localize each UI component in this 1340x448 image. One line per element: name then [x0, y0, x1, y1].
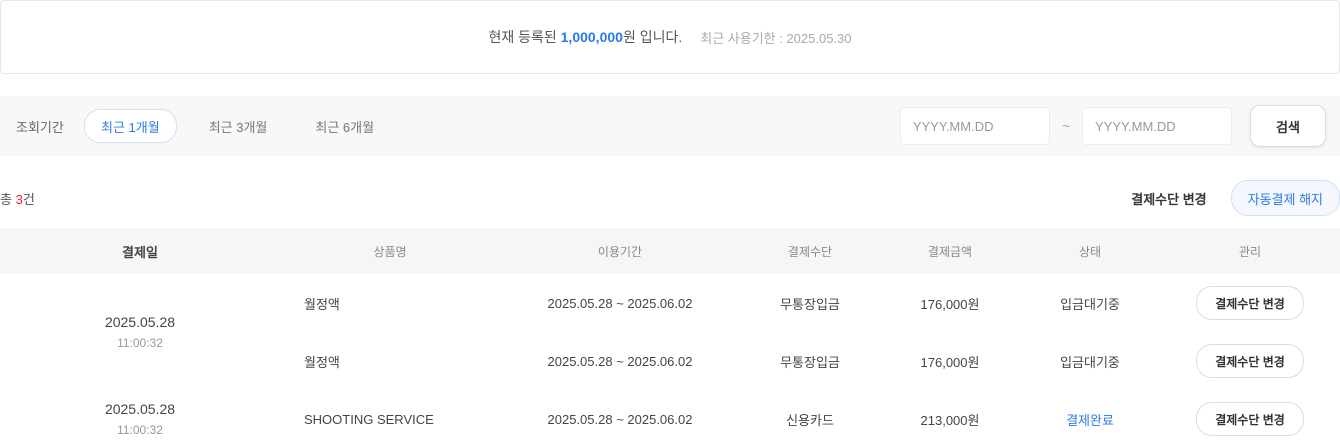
period-pill-3month[interactable]: 최근 3개월 [193, 110, 284, 142]
row-change-method-button[interactable]: 결제수단 변경 [1196, 402, 1304, 436]
recent-expiry: 최근 사용기한 : 2025.05.30 [700, 30, 852, 46]
header-date: 결제일 [0, 228, 280, 274]
payment-amount: 213,000원 [920, 412, 980, 428]
date-cell: 2025.05.28 11:00:32 [0, 274, 280, 390]
payment-method: 무통장입금 [780, 354, 840, 370]
total-count: 총 3건 [0, 189, 35, 208]
balance-banner: 현재 등록된 1,000,000원 입니다. 최근 사용기한 : 2025.05… [0, 0, 1340, 74]
manage-cell: 결제수단 변경 [1160, 332, 1340, 390]
manage-cell: 결제수단 변경 [1160, 390, 1340, 448]
row-change-method-button[interactable]: 결제수단 변경 [1196, 286, 1304, 320]
cancel-auto-payment-button[interactable]: 자동결제 해지 [1230, 180, 1340, 216]
search-button[interactable]: 검색 [1250, 105, 1326, 147]
payment-status: 입금대기중 [1060, 296, 1120, 312]
count-suffix: 건 [22, 191, 35, 207]
payment-method: 무통장입금 [780, 296, 840, 312]
payment-time: 11:00:32 [117, 336, 163, 350]
start-date-input[interactable]: YYYY.MM.DD [899, 107, 1050, 145]
table-row: 2025.05.28 11:00:32 월정액 2025.05.28 ~ 202… [0, 274, 1340, 350]
product-name: SHOOTING SERVICE [304, 411, 434, 427]
end-date-input[interactable]: YYYY.MM.DD [1082, 107, 1232, 145]
payment-date: 2025.05.28 [104, 401, 176, 417]
payment-method: 신용카드 [786, 412, 834, 428]
header-manage: 관리 [1160, 228, 1340, 274]
payment-date: 2025.05.28 [104, 314, 176, 330]
manage-cell: 결제수단 변경 [1160, 274, 1340, 332]
header-period: 이용기간 [500, 228, 740, 274]
header-status: 상태 [1020, 228, 1160, 274]
balance-text: 현재 등록된 1,000,000원 입니다. [488, 27, 682, 47]
row-change-method-button[interactable]: 결제수단 변경 [1196, 344, 1304, 378]
period-pill-6month[interactable]: 최근 6개월 [299, 110, 390, 142]
payment-history-table: 결제일 상품명 이용기간 결제수단 결제금액 상태 관리 2025.05.28 … [0, 228, 1340, 448]
balance-amount: 1,000,000 [560, 29, 623, 45]
change-payment-method-button[interactable]: 결제수단 변경 [1131, 189, 1206, 208]
balance-suffix: 원 입니다. [622, 29, 683, 45]
list-toolbar: 총 3건 결제수단 변경 자동결제 해지 [0, 176, 1340, 220]
header-amount: 결제금액 [880, 228, 1020, 274]
filter-bar: 조회기간 최근 1개월 최근 3개월 최근 6개월 YYYY.MM.DD ~ Y… [0, 96, 1340, 156]
payment-amount: 176,000원 [920, 354, 980, 370]
payment-status: 결제완료 [1066, 412, 1114, 428]
usage-period: 2025.05.28 ~ 2025.06.02 [547, 353, 693, 369]
header-product: 상품명 [280, 228, 500, 274]
header-method: 결제수단 [740, 228, 880, 274]
balance-prefix: 현재 등록된 [488, 29, 561, 45]
period-label: 조회기간 [16, 119, 64, 135]
usage-period: 2025.05.28 ~ 2025.06.02 [547, 411, 693, 427]
period-pill-1month[interactable]: 최근 1개월 [84, 109, 177, 143]
range-separator: ~ [1061, 118, 1070, 134]
count-value: 3 [15, 191, 23, 207]
table-row: 2025.05.28 11:00:32 SHOOTING SERVICE 202… [0, 390, 1340, 448]
table-header-row: 결제일 상품명 이용기간 결제수단 결제금액 상태 관리 [0, 228, 1340, 274]
product-name: 월정액 [304, 354, 340, 370]
date-cell: 2025.05.28 11:00:32 [0, 390, 280, 448]
count-prefix: 총 [0, 191, 16, 207]
payment-status: 입금대기중 [1060, 354, 1120, 370]
payment-amount: 176,000원 [920, 296, 980, 312]
payment-time: 11:00:32 [117, 423, 163, 437]
usage-period: 2025.05.28 ~ 2025.06.02 [547, 295, 693, 311]
product-name: 월정액 [304, 296, 340, 312]
